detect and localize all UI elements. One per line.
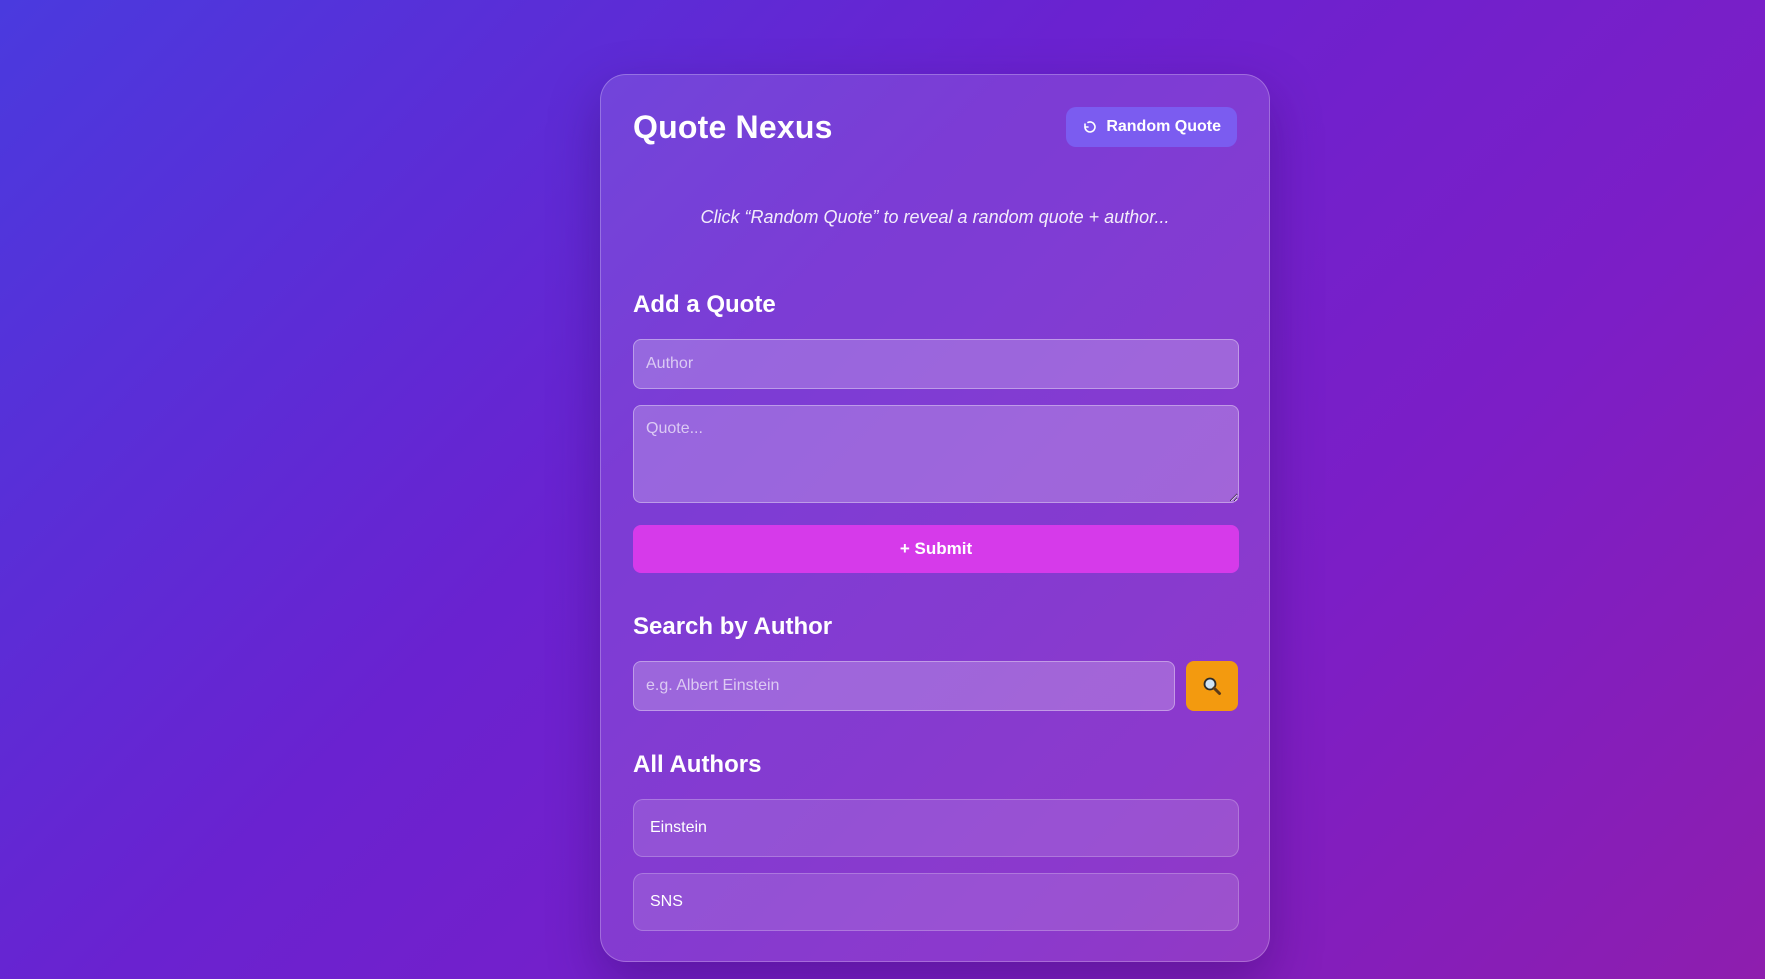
author-input[interactable] — [633, 339, 1239, 389]
search-heading: Search by Author — [633, 613, 833, 640]
random-quote-label: Random Quote — [1106, 118, 1221, 135]
quote-hint-text: Click “Random Quote” to reveal a random … — [700, 207, 1170, 227]
author-list-item[interactable]: Einstein — [633, 799, 1239, 857]
author-list-item[interactable]: SNS — [633, 873, 1239, 931]
random-quote-button[interactable]: Random Quote — [1066, 107, 1237, 147]
refresh-icon — [1084, 121, 1097, 133]
app-title: Quote Nexus — [633, 108, 833, 145]
add-quote-heading: Add a Quote — [633, 291, 776, 318]
card-header: Quote Nexus Random Quote — [633, 107, 1237, 147]
author-search-input[interactable] — [633, 661, 1175, 711]
quote-textarea[interactable] — [633, 405, 1239, 503]
submit-button[interactable]: + Submit — [633, 525, 1239, 573]
search-button[interactable] — [1186, 661, 1238, 711]
search-icon — [1203, 677, 1221, 695]
quote-card: Quote Nexus Random Quote Click “Random Q… — [600, 74, 1270, 962]
all-authors-heading: All Authors — [633, 751, 762, 778]
